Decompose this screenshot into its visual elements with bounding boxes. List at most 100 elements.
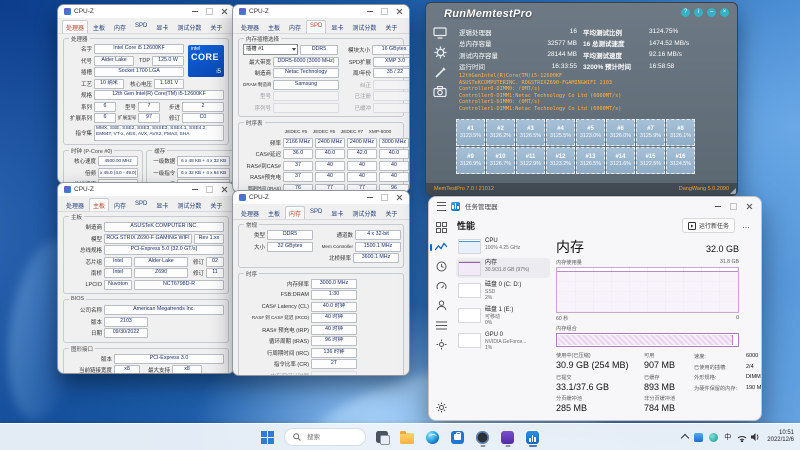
cpuz-taskbar-button[interactable] <box>474 429 491 446</box>
minimize-icon[interactable] <box>192 189 198 190</box>
column-header: JEDEC #5 <box>283 130 309 135</box>
tab[interactable]: 处理器 <box>237 206 263 219</box>
field-value <box>311 371 357 377</box>
search-input[interactable] <box>305 433 349 442</box>
app-history-icon[interactable] <box>434 260 448 273</box>
tab[interactable]: 关于 <box>381 206 401 219</box>
more-options-button[interactable]: … <box>742 221 751 230</box>
sidebar-item[interactable]: 磁盘 1 (E:) 可移动 0% <box>456 305 550 328</box>
sidebar-item[interactable]: CPU 100% 4.25 GHz <box>456 236 550 256</box>
window-title: CPU-Z <box>74 186 94 193</box>
menu-icon[interactable] <box>437 202 446 211</box>
users-icon[interactable] <box>434 299 448 312</box>
camera-icon[interactable] <box>433 86 447 97</box>
tab[interactable]: SPD <box>131 20 151 33</box>
tab[interactable]: 处理器 <box>62 198 88 211</box>
field-row: 模型ROG STRIX Z690-F GAMING WIFIRev 1.xx <box>68 234 224 244</box>
minimize-icon[interactable] <box>715 206 721 207</box>
edit-icon[interactable] <box>434 66 447 79</box>
info-line: Controller1-DIMM1:Netac Technology Co Lt… <box>459 106 729 113</box>
ime-indicator[interactable]: 中 <box>724 432 731 442</box>
edge-button[interactable] <box>424 429 441 446</box>
tab[interactable]: 内存 <box>110 20 130 33</box>
tab[interactable]: 内存 <box>110 198 130 211</box>
field-label: 内存频率 <box>243 280 309 288</box>
task-view-button[interactable] <box>374 429 390 445</box>
maximize-icon[interactable] <box>206 186 213 193</box>
tab[interactable]: 显卡 <box>152 198 172 211</box>
help-button[interactable]: ? <box>681 8 690 17</box>
titlebar[interactable]: CPU-Z <box>58 5 234 18</box>
close-icon[interactable] <box>221 8 228 15</box>
tray-app-icon[interactable] <box>709 433 718 442</box>
startup-apps-icon[interactable] <box>434 280 448 293</box>
sidebar-item[interactable]: 内存 30.9/31.8 GB (97%) <box>456 258 550 278</box>
resize-grip[interactable] <box>730 188 736 194</box>
tab[interactable]: 关于 <box>206 20 226 33</box>
tab[interactable]: 测试分数 <box>173 20 205 33</box>
tab[interactable]: 关于 <box>381 20 401 33</box>
maximize-icon[interactable] <box>381 8 388 15</box>
titlebar[interactable]: CPU-Z <box>58 183 234 196</box>
file-explorer-button[interactable] <box>398 429 416 446</box>
maximize-icon[interactable] <box>730 203 737 210</box>
memtest-taskbar-button[interactable] <box>499 429 516 446</box>
tab[interactable]: SPD <box>306 206 326 219</box>
taskbar: 中 10:51 2022/12/6 <box>0 423 800 450</box>
tab[interactable]: 显卡 <box>327 20 347 33</box>
maximize-icon[interactable] <box>381 194 388 201</box>
titlebar[interactable]: CPU-Z <box>233 191 409 204</box>
close-icon[interactable] <box>396 194 403 201</box>
close-icon[interactable] <box>746 203 753 210</box>
gear-icon[interactable] <box>434 46 447 59</box>
tab[interactable]: 关于 <box>206 198 226 211</box>
field-label: CAS#延迟 <box>243 150 281 158</box>
sidebar-item[interactable]: 磁盘 0 (C: D:) SSD 2% <box>456 280 550 303</box>
tab[interactable]: 测试分数 <box>348 20 380 33</box>
tray-app-icon[interactable] <box>694 433 703 442</box>
taskbar-search[interactable] <box>284 428 366 446</box>
field-label: 指令集 <box>68 129 92 137</box>
close-button[interactable]: × <box>720 8 729 17</box>
sidebar-item[interactable]: GPU 0 NVIDIA GeForce... 1% <box>456 330 550 353</box>
tab[interactable]: 测试分数 <box>173 198 205 211</box>
hidden-icons-chevron[interactable] <box>681 434 689 442</box>
details-icon[interactable] <box>434 319 448 332</box>
maximize-icon[interactable] <box>206 8 213 15</box>
network-volume-icons[interactable] <box>737 432 761 442</box>
tab[interactable]: 内存 <box>285 20 305 33</box>
tab[interactable]: 主板 <box>264 206 284 219</box>
tab[interactable]: SPD <box>306 20 326 33</box>
tab[interactable]: 显卡 <box>327 206 347 219</box>
start-button[interactable] <box>259 429 276 446</box>
taskbar-clock[interactable]: 10:51 2022/12/6 <box>767 430 794 444</box>
titlebar[interactable]: CPU-Z <box>233 5 409 18</box>
slot-select[interactable]: 插槽 #1 <box>243 44 298 55</box>
settings-gear-icon[interactable] <box>434 401 448 414</box>
minimize-button[interactable]: – <box>707 8 716 17</box>
tab[interactable]: 处理器 <box>62 20 88 33</box>
task-manager-taskbar-button[interactable] <box>524 429 541 446</box>
minimize-icon[interactable] <box>367 197 373 198</box>
minimize-icon[interactable] <box>192 11 198 12</box>
field-value: 4500.00 MHz <box>98 156 138 166</box>
tab[interactable]: 主板 <box>89 198 109 211</box>
tab[interactable]: 处理器 <box>237 20 263 33</box>
memory-composition-bar[interactable] <box>556 333 739 347</box>
close-icon[interactable] <box>221 186 228 193</box>
tab[interactable]: 主板 <box>89 20 109 33</box>
tab[interactable]: SPD <box>131 198 151 211</box>
tab[interactable]: 内存 <box>285 206 305 219</box>
services-icon[interactable] <box>434 338 448 351</box>
performance-icon[interactable] <box>434 241 448 254</box>
microsoft-store-button[interactable] <box>449 429 466 446</box>
titlebar[interactable]: 任务管理器 <box>429 197 761 215</box>
tab[interactable]: 显卡 <box>152 20 172 33</box>
info-button[interactable]: i <box>694 8 703 17</box>
tab[interactable]: 主板 <box>264 20 284 33</box>
close-icon[interactable] <box>396 8 403 15</box>
tab[interactable]: 测试分数 <box>348 206 380 219</box>
run-new-task-button[interactable]: 运行新任务 <box>682 218 735 233</box>
minimize-icon[interactable] <box>367 11 373 12</box>
processes-icon[interactable] <box>434 221 448 234</box>
